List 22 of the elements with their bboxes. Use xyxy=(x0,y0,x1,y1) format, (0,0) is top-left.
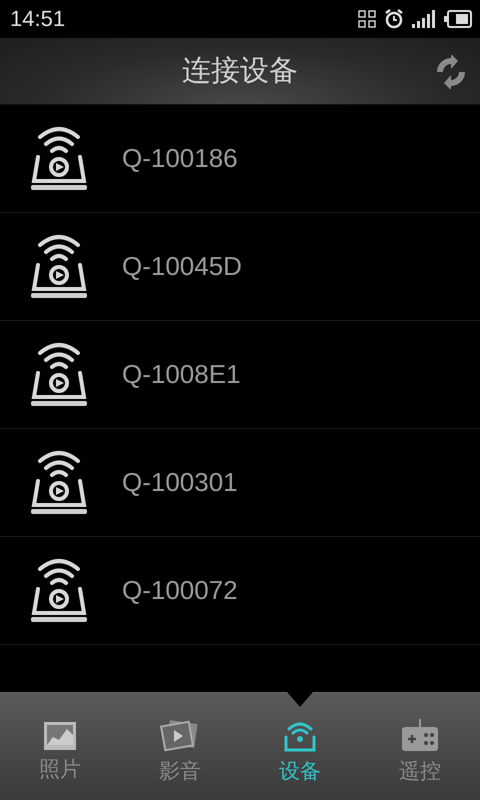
battery-icon xyxy=(444,10,472,28)
device-row[interactable]: Q-100072 xyxy=(0,537,480,645)
device-name: Q-100186 xyxy=(122,143,238,174)
picture-icon xyxy=(43,720,77,750)
device-row[interactable]: Q-100301 xyxy=(0,429,480,537)
gamepad-icon xyxy=(401,718,439,752)
device-row[interactable]: Q-100186 xyxy=(0,105,480,213)
device-name: Q-100301 xyxy=(122,467,238,498)
device-row[interactable]: Q-10045D xyxy=(0,213,480,321)
refresh-button[interactable] xyxy=(434,55,468,89)
tab-pointer xyxy=(287,692,313,707)
page-title: 连接设备 xyxy=(182,52,298,89)
device-name: Q-100072 xyxy=(122,575,238,606)
alarm-icon xyxy=(384,9,404,29)
device-row[interactable]: Q-1008E1 xyxy=(0,321,480,429)
clock-time: 14:51 xyxy=(10,6,66,32)
device-name: Q-1008E1 xyxy=(122,359,241,390)
video-icon xyxy=(160,718,200,752)
device-name: Q-10045D xyxy=(122,251,242,282)
grid-icon xyxy=(358,10,376,28)
tab[interactable]: 设备 xyxy=(240,693,360,800)
signal-icon xyxy=(412,10,436,28)
